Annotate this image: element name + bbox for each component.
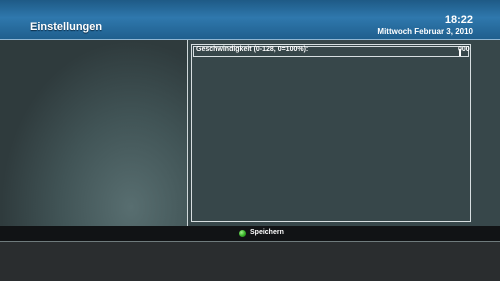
save-button[interactable]: Speichern	[250, 229, 284, 236]
page-title: Einstellungen	[30, 21, 103, 33]
clock-date: Mittwoch Februar 3, 2010	[377, 27, 473, 36]
settings-list-frame	[191, 44, 471, 222]
clock-time: 18:22	[444, 14, 473, 26]
bottom-area	[0, 242, 500, 281]
text-cursor	[459, 49, 461, 56]
setting-label-speed: Geschwindigkeit (0-128, 0=100%):	[196, 46, 309, 53]
green-button-icon	[239, 230, 246, 237]
left-background-panel	[0, 40, 187, 226]
